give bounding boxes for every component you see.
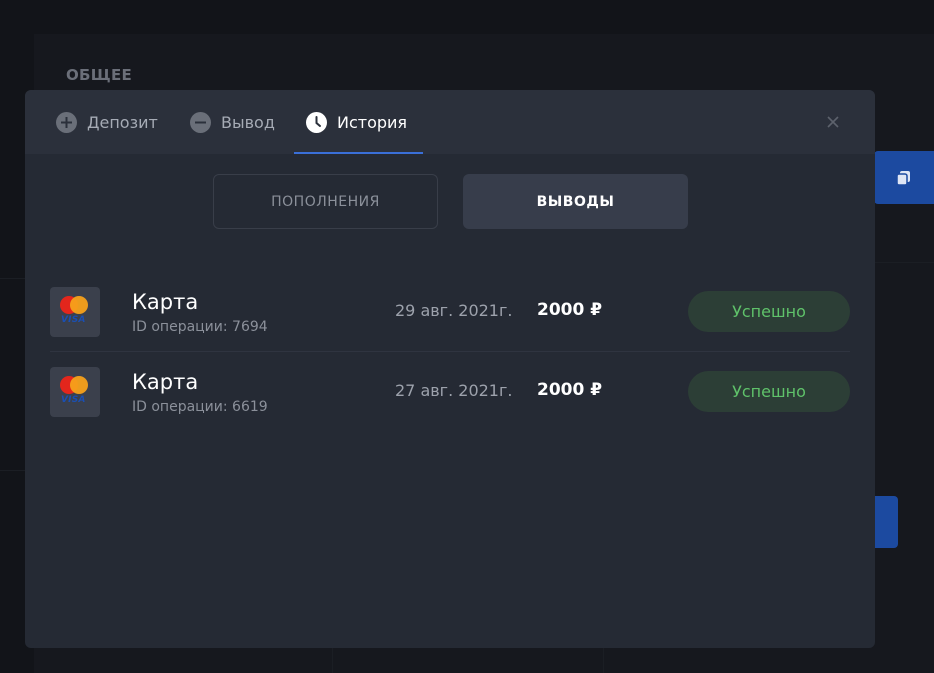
- tab-label: Вывод: [221, 112, 275, 132]
- close-icon: [827, 116, 839, 128]
- modal-tabs: Депозит Вывод История: [25, 90, 875, 154]
- transaction-method: Карта: [132, 290, 199, 314]
- transaction-amount: 2000 ₽: [537, 300, 603, 320]
- divider: [603, 648, 604, 673]
- tab-label: Депозит: [87, 112, 158, 132]
- tab-deposit[interactable]: Депозит: [56, 90, 158, 154]
- transaction-row: VISA Карта ID операции: 6619 27 авг. 202…: [50, 352, 850, 432]
- transaction-date: 27 авг. 2021г.: [395, 381, 513, 400]
- tab-history[interactable]: История: [306, 90, 407, 154]
- transaction-id: ID операции: 7694: [132, 319, 268, 335]
- copy-button[interactable]: [874, 151, 934, 204]
- minus-circle-icon: [190, 111, 211, 133]
- close-button[interactable]: [821, 110, 845, 134]
- transaction-method: Карта: [132, 370, 199, 394]
- history-modal: Депозит Вывод История ПОПОЛНЕНИЯ ВЫВОДЫ …: [25, 90, 875, 648]
- tab-label: История: [337, 112, 408, 132]
- clock-icon: [306, 111, 327, 133]
- transaction-date: 29 авг. 2021г.: [395, 301, 513, 320]
- copy-icon: [896, 170, 910, 186]
- segment-withdrawals[interactable]: ВЫВОДЫ: [463, 174, 688, 229]
- status-badge: Успешно: [688, 291, 850, 332]
- mastercard-visa-icon: VISA: [50, 287, 100, 337]
- status-badge: Успешно: [688, 371, 850, 412]
- transaction-row: VISA Карта ID операции: 7694 29 авг. 202…: [50, 272, 850, 352]
- active-tab-indicator: [294, 152, 423, 154]
- tab-withdraw[interactable]: Вывод: [190, 90, 275, 154]
- segment-deposits[interactable]: ПОПОЛНЕНИЯ: [213, 174, 438, 229]
- mastercard-visa-icon: VISA: [50, 367, 100, 417]
- divider: [332, 648, 333, 673]
- plus-circle-icon: [56, 111, 77, 133]
- divider: [875, 262, 934, 263]
- section-title: ОБЩЕЕ: [66, 66, 133, 84]
- transaction-id: ID операции: 6619: [132, 399, 268, 415]
- transaction-amount: 2000 ₽: [537, 380, 603, 400]
